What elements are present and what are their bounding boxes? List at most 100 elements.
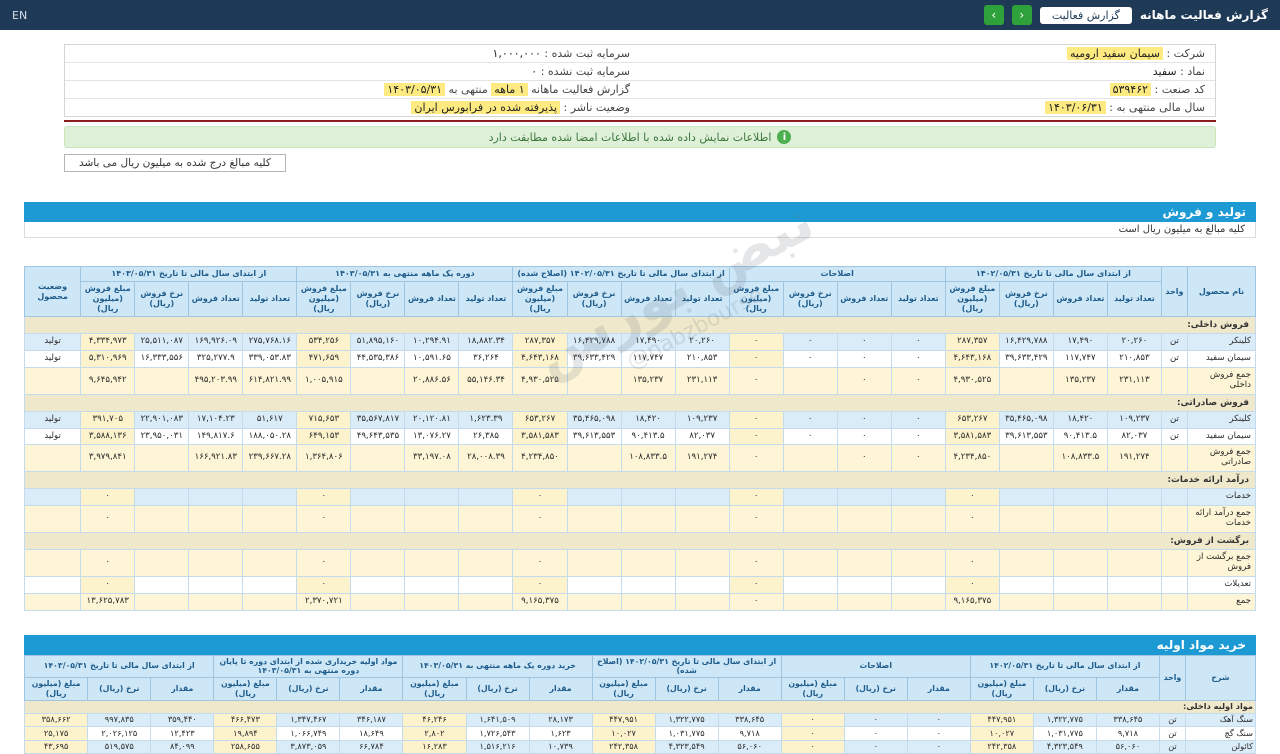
cell-value: ۱۳۵,۲۳۷ xyxy=(620,366,676,395)
cell-value: ۱۴۹,۸۱۷.۶ xyxy=(188,427,244,446)
page-title: گزارش فعالیت ماهانه xyxy=(1139,8,1268,22)
cell-value: ۱,۳۲۲,۷۷۵ xyxy=(654,712,719,728)
cell-value: ۴۹,۶۴۳,۵۳۵ xyxy=(350,427,406,446)
row-unit xyxy=(1160,366,1188,395)
cell-value xyxy=(782,488,838,507)
report-period-pre: گزارش فعالیت ماهانه xyxy=(531,83,630,96)
col-subheader: مبلغ فروش (میلیون ریال) xyxy=(80,281,136,317)
unregistered-capital-field: سرمایه ثبت نشده : ۰ xyxy=(65,63,640,80)
cell-value xyxy=(188,592,244,611)
cell-value xyxy=(674,575,730,594)
cell-value: ۰ xyxy=(890,410,946,429)
cell-value: ۲۵,۱۷۵ xyxy=(23,726,89,741)
cell-value xyxy=(188,505,244,533)
cell-value: ۲۳۱,۱۱۳ xyxy=(1106,366,1162,395)
col-subheader: مبلغ (میلیون ریال) xyxy=(23,677,89,701)
cell-value xyxy=(566,592,622,611)
activity-report-button[interactable]: گزارش فعالیت xyxy=(1039,6,1132,24)
cell-value: ۰ xyxy=(728,444,784,473)
row-unit: تن xyxy=(1160,349,1188,368)
table-row: جمع درآمد ارائه خدمات ۰ ۰ ۰ ۰ ۰ xyxy=(23,505,1257,533)
cell-value: ۲۱۰,۸۵۳ xyxy=(1106,349,1162,368)
cell-value: ۰ xyxy=(843,712,908,728)
cell-value: ۰ xyxy=(836,349,892,368)
cell-value: ۲۰,۱۲۰.۸۱ xyxy=(404,410,460,429)
cell-value xyxy=(134,575,190,594)
table-row: سنگ آهک تن ۳۳۸,۶۴۵ ۱,۳۲۲,۷۷۵ ۴۴۷,۹۵۱ ۰ ۰ ۰ ۳۳۸,۶… xyxy=(23,712,1257,728)
row-unit: تن xyxy=(1160,333,1188,351)
row-name: سنگ آهک xyxy=(1184,712,1257,728)
cell-value: ۷۱۵,۶۵۳ xyxy=(296,410,352,429)
fiscal-year-value: ۱۴۰۳/۰۶/۳۱ xyxy=(1045,101,1106,114)
cell-value: ۰ xyxy=(944,505,1000,533)
cell-value: ۸۲,۰۳۷ xyxy=(674,427,730,446)
table-row: کائولن تن ۵۶,۰۶۰ ۴,۳۲۳,۵۴۹ ۲۴۲,۳۵۸ ۰ ۰ ۰ ۵۶,۰۶۰ ۴… xyxy=(23,739,1257,754)
cell-value: ۰ xyxy=(843,726,908,741)
cell-value xyxy=(782,505,838,533)
cell-value: ۰ xyxy=(782,427,838,446)
cell-value: ۳۲۵,۲۷۷.۹ xyxy=(188,349,244,368)
amounts-note-box: کلیه مبالغ درج شده به میلیون ریال می باش… xyxy=(64,154,286,172)
company-label: شرکت : xyxy=(1166,47,1205,60)
cell-value: ۱۱۷,۷۴۷ xyxy=(620,349,676,368)
cell-value: ۴۴۷,۹۵۱ xyxy=(591,712,656,728)
issuer-status-label: وضعیت ناشر : xyxy=(563,101,630,114)
cell-value: ۰ xyxy=(836,333,892,351)
prev-report-button[interactable]: ‹ xyxy=(1011,5,1032,25)
row-status xyxy=(23,444,82,473)
cell-value: ۱,۶۴۱,۵۰۹ xyxy=(465,712,530,728)
cell-value xyxy=(782,366,838,395)
cell-value: ۰ xyxy=(296,575,352,594)
industry-code-field: کد صنعت : ۵۳۹۴۶۲ xyxy=(640,81,1215,98)
cell-value: ۰ xyxy=(944,575,1000,594)
cell-value: ۴,۹۳۰,۵۲۵ xyxy=(944,366,1000,395)
unregistered-capital-value: ۰ xyxy=(531,65,538,78)
group-label-row: فروش داخلی: xyxy=(24,315,1256,335)
cell-value: ۱۶,۲۸۳ xyxy=(402,739,467,754)
cell-value: ۱,۷۲۶,۵۴۳ xyxy=(465,726,530,741)
cell-value: ۳۳۸,۶۴۵ xyxy=(717,712,782,728)
col-subheader: مبلغ (میلیون ریال) xyxy=(213,677,278,701)
row-name: خدمات xyxy=(1186,488,1257,507)
cell-value: ۹۰,۴۱۳.۵ xyxy=(620,427,676,446)
next-report-button[interactable]: › xyxy=(983,5,1004,25)
cell-value: ۴,۳۲۳,۵۴۹ xyxy=(1032,739,1097,754)
cell-value: ۰ xyxy=(836,444,892,473)
row-name: کائولن xyxy=(1184,739,1257,754)
cell-value xyxy=(350,366,406,395)
cell-value xyxy=(998,505,1054,533)
cell-value: ۳۵,۴۶۵,۰۹۸ xyxy=(998,410,1054,429)
language-toggle[interactable]: EN xyxy=(12,9,27,22)
cell-value xyxy=(782,549,838,577)
production-sales-table: نام محصول واحد از ابتدای سال مالی تا تاریخ… xyxy=(23,266,1257,611)
row-name: سیمان سفید xyxy=(1186,349,1257,368)
col-subheader: نرخ فروش (ریال) xyxy=(998,281,1054,317)
col-group-header: مواد اولیه خریداری شده از ابتدای دوره تا… xyxy=(213,654,404,679)
divider-line xyxy=(64,120,1216,122)
table-row: سیمان سفید تن ۸۲,۰۳۷ ۹۰,۴۱۳.۵ ۳۹,۶۱۳,۵۵۳ ۳,۵۸… xyxy=(23,427,1257,446)
cell-value: ۱۸,۴۲۰ xyxy=(620,410,676,429)
col-group-header: اصلاحات xyxy=(780,654,971,679)
cell-value: ۱۰,۷۳۹ xyxy=(528,739,593,754)
symbol-value: سفید xyxy=(1152,65,1177,78)
cell-value xyxy=(620,549,676,577)
cell-value: ۲,۳۷۰,۷۲۱ xyxy=(296,592,352,611)
cell-value xyxy=(134,444,190,473)
info-row: شرکت : سیمان سفید ارومیه سرمایه ثبت شده … xyxy=(65,45,1215,63)
cell-value: ۱,۳۶۴,۸۰۶ xyxy=(296,444,352,473)
cell-value: ۳۵,۵۶۷,۸۱۷ xyxy=(350,410,406,429)
top-navbar: گزارش فعالیت ماهانه گزارش فعالیت ‹ › EN xyxy=(0,0,1280,30)
cell-value: ۰ xyxy=(728,349,784,368)
cell-value: ۵۱۹,۵۷۵ xyxy=(87,739,152,754)
cell-value: ۳۵,۴۶۵,۰۹۸ xyxy=(566,410,622,429)
row-name: جمع فروش داخلی xyxy=(1186,366,1257,395)
cell-value xyxy=(350,592,406,611)
cell-value: ۱۹۱,۲۷۴ xyxy=(1106,444,1162,473)
cell-value xyxy=(1106,549,1162,577)
report-period-length: ۱ ماهه xyxy=(491,83,528,96)
cell-value: ۴۴,۵۳۵,۳۸۶ xyxy=(350,349,406,368)
cell-value xyxy=(350,488,406,507)
cell-value: ۵,۳۱۰,۹۶۹ xyxy=(80,349,136,368)
cell-value xyxy=(188,488,244,507)
cell-value: ۶۴۹,۱۵۳ xyxy=(296,427,352,446)
